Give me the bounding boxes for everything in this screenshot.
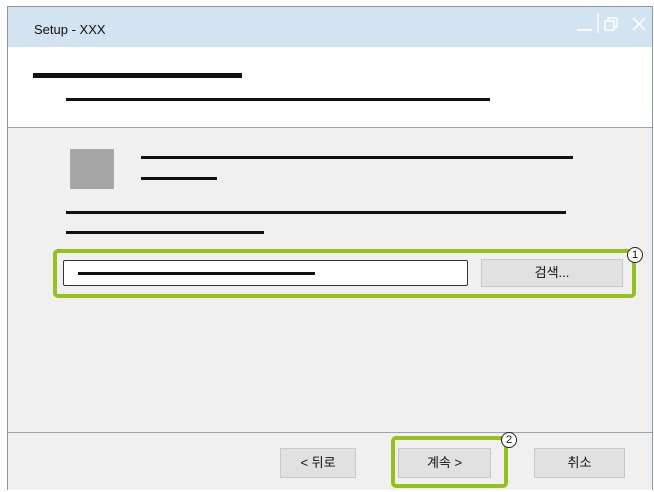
- minimize-icon[interactable]: [574, 13, 596, 35]
- title-bar-divider: [597, 13, 599, 33]
- title-bar: Setup - XXX: [8, 7, 652, 47]
- description-line: [141, 156, 573, 159]
- instruction-line: [66, 211, 566, 214]
- back-button[interactable]: < 뒤로: [280, 448, 356, 478]
- callout-badge-2: 2: [501, 432, 517, 448]
- close-icon[interactable]: [628, 13, 650, 35]
- package-icon: [70, 149, 114, 189]
- callout-badge-1: 1: [627, 247, 643, 263]
- install-path-input[interactable]: [63, 260, 468, 286]
- restore-icon[interactable]: [601, 13, 623, 35]
- header-title-placeholder: [33, 73, 242, 78]
- browse-button[interactable]: 검색...: [481, 259, 623, 287]
- description-line: [141, 177, 217, 180]
- next-button[interactable]: 계속 >: [398, 448, 491, 478]
- install-path-value: [78, 272, 315, 275]
- setup-window: Setup - XXX 1 검색... < 뒤로 2 계속 > 취소: [7, 6, 653, 490]
- wizard-header: [8, 47, 652, 128]
- header-subtitle-placeholder: [66, 98, 490, 101]
- instruction-line: [66, 231, 264, 234]
- cancel-button[interactable]: 취소: [534, 448, 625, 478]
- window-title: Setup - XXX: [34, 22, 106, 37]
